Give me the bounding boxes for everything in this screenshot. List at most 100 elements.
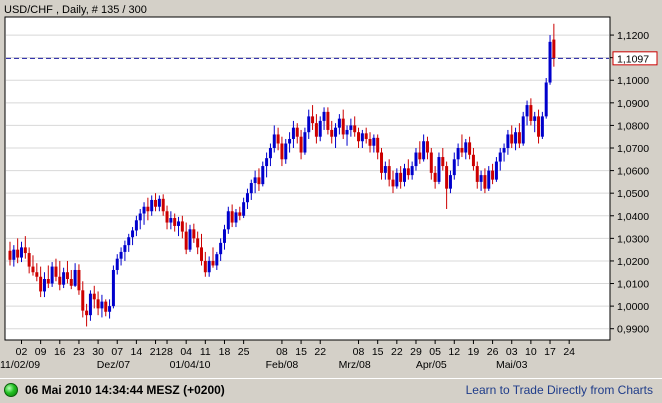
candle-body bbox=[414, 152, 418, 167]
candle-body bbox=[548, 41, 552, 83]
candle-body bbox=[42, 279, 46, 292]
candle-body bbox=[165, 211, 169, 223]
candle-body bbox=[326, 111, 330, 130]
candle-body bbox=[111, 269, 115, 307]
status-datetime: 06 Mai 2010 14:34:44 MESZ (+0200) bbox=[25, 383, 225, 397]
x-tick-label: 30 bbox=[92, 346, 104, 358]
candle-body bbox=[525, 105, 529, 117]
candle-body bbox=[376, 137, 380, 153]
y-tick-label: 1,0900 bbox=[617, 98, 649, 110]
candle-body bbox=[46, 279, 50, 284]
x-tick-label: 19 bbox=[468, 346, 480, 358]
candle-body bbox=[249, 183, 253, 194]
candle-body bbox=[544, 82, 548, 117]
candle-body bbox=[142, 206, 146, 214]
candle-body bbox=[100, 301, 104, 309]
candle-body bbox=[402, 168, 406, 182]
x-date-label: Dez/07 bbox=[97, 359, 130, 371]
candle bbox=[111, 265, 115, 309]
candle-body bbox=[77, 269, 81, 291]
candle-body bbox=[138, 213, 142, 221]
candle-body bbox=[127, 237, 131, 246]
status-bar: 06 Mai 2010 14:34:44 MESZ (+0200) Learn … bbox=[0, 378, 662, 403]
candle-body bbox=[92, 293, 96, 300]
candle-body bbox=[192, 229, 196, 239]
candle-body bbox=[58, 276, 62, 285]
candle-body bbox=[157, 198, 161, 207]
candle-body bbox=[150, 199, 154, 212]
candle-body bbox=[349, 125, 353, 130]
y-tick-label: 0,9900 bbox=[617, 324, 649, 336]
x-tick-label: 09 bbox=[35, 346, 47, 358]
x-tick-label: 08 bbox=[276, 346, 288, 358]
x-tick-label: 26 bbox=[487, 346, 499, 358]
candle-body bbox=[395, 172, 399, 187]
x-tick-label: 22 bbox=[391, 346, 403, 358]
x-tick-label: 10 bbox=[525, 346, 537, 358]
candle-body bbox=[502, 148, 506, 153]
candle-body bbox=[506, 134, 510, 149]
candle-body bbox=[303, 132, 307, 153]
candle-body bbox=[360, 133, 364, 142]
y-tick-label: 1,0300 bbox=[617, 233, 649, 245]
x-tick-label: 16 bbox=[54, 346, 66, 358]
candle-body bbox=[69, 279, 73, 286]
candle-body bbox=[357, 132, 361, 142]
candle-body bbox=[429, 152, 433, 173]
x-tick-label: 07 bbox=[111, 346, 123, 358]
candle-body bbox=[510, 134, 514, 144]
x-tick-label: 23 bbox=[73, 346, 85, 358]
candle-body bbox=[391, 179, 395, 187]
x-tick-label: 15 bbox=[372, 346, 384, 358]
candle-body bbox=[238, 212, 242, 216]
candle-body bbox=[215, 254, 219, 266]
x-tick-label: 21 bbox=[150, 346, 162, 358]
candle-body bbox=[39, 276, 43, 292]
candle-body bbox=[468, 142, 472, 155]
candle-body bbox=[514, 132, 518, 144]
candle-body bbox=[242, 202, 246, 216]
candle bbox=[521, 111, 525, 146]
candle-body bbox=[483, 175, 487, 189]
candle-body bbox=[537, 116, 541, 137]
price-chart[interactable]: USD/CHF , Daily, # 135 / 300 1,12001,110… bbox=[0, 0, 662, 378]
candle-body bbox=[31, 266, 35, 273]
candle-body bbox=[314, 123, 318, 137]
candle-body bbox=[23, 247, 27, 254]
candle-body bbox=[456, 148, 460, 160]
candle-body bbox=[169, 218, 173, 223]
x-tick-label: 04 bbox=[180, 346, 192, 358]
candle-body bbox=[268, 148, 272, 159]
candle-body bbox=[311, 116, 315, 124]
y-tick-label: 1,1200 bbox=[617, 30, 649, 42]
x-tick-label: 12 bbox=[448, 346, 460, 358]
candle-body bbox=[437, 157, 441, 182]
candle-body bbox=[134, 220, 138, 231]
y-tick-label: 1,1000 bbox=[617, 75, 649, 87]
candle-body bbox=[380, 152, 384, 173]
candle bbox=[437, 152, 441, 185]
y-tick-label: 1,0400 bbox=[617, 211, 649, 223]
x-date-label: Feb/08 bbox=[266, 359, 299, 371]
chart-window: USD/CHF , Daily, # 135 / 300 1,12001,110… bbox=[0, 0, 662, 403]
y-tick-label: 1,0100 bbox=[617, 279, 649, 291]
x-date-label: Mrz/08 bbox=[339, 359, 371, 371]
x-tick-label: 24 bbox=[563, 346, 575, 358]
candle-body bbox=[203, 260, 207, 273]
candle-body bbox=[96, 299, 100, 309]
candle-body bbox=[219, 242, 223, 255]
candle-body bbox=[425, 141, 429, 153]
candle-body bbox=[491, 170, 495, 180]
candle-body bbox=[115, 258, 119, 270]
candle-body bbox=[422, 141, 426, 160]
learn-to-trade-link[interactable]: Learn to Trade Directly from Charts bbox=[466, 383, 653, 397]
candle-body bbox=[487, 170, 491, 189]
candle-body bbox=[441, 157, 445, 167]
candle-body bbox=[177, 221, 181, 226]
candle-body bbox=[529, 105, 533, 121]
candle-body bbox=[471, 154, 475, 167]
candle-body bbox=[345, 129, 349, 135]
candle-body bbox=[494, 161, 498, 180]
x-date-label: Mai/03 bbox=[496, 359, 528, 371]
candle-body bbox=[230, 211, 234, 223]
